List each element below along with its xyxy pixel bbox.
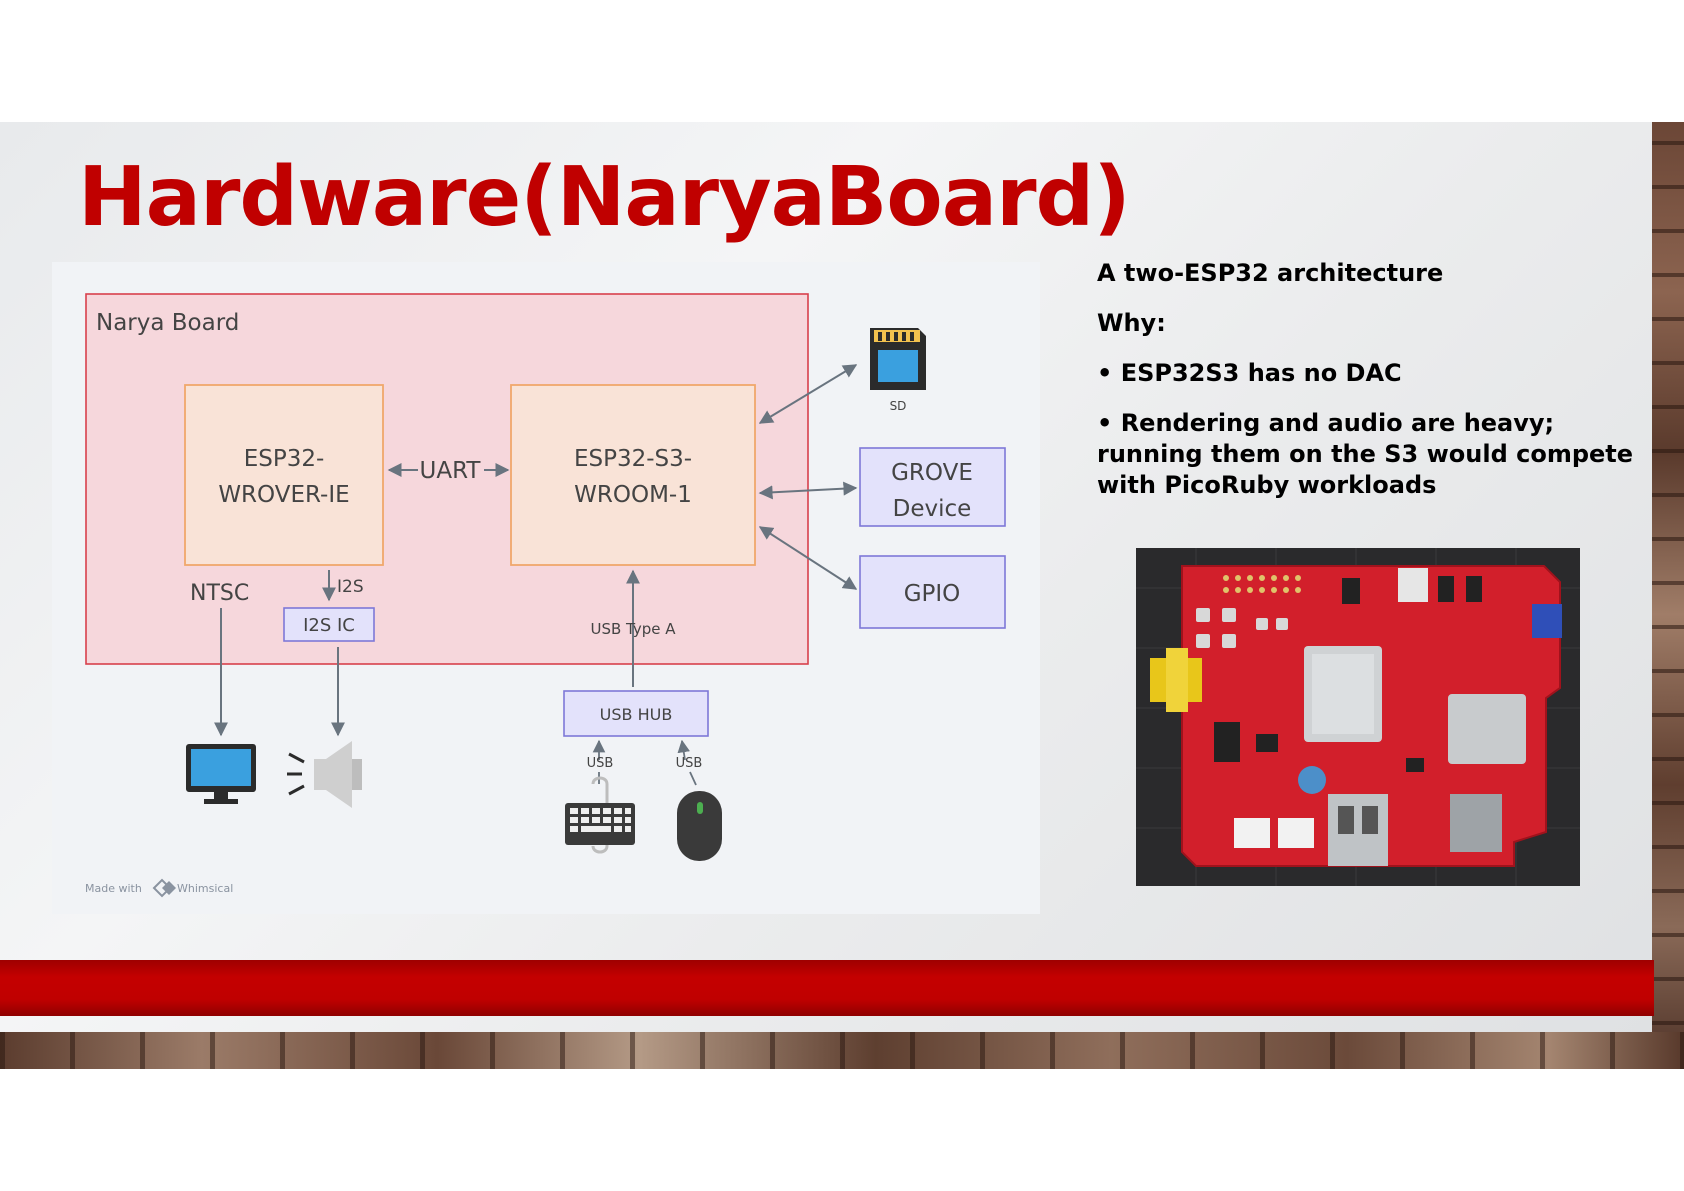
ntsc-label: NTSC <box>190 581 249 606</box>
esp32-wrover-box <box>184 384 384 566</box>
usb-keyboard-label: USB <box>587 756 614 771</box>
esp32-wrover-line2: WROVER-IE <box>218 482 349 508</box>
gpio-label: GPIO <box>904 581 961 607</box>
usb-hub-label: USB HUB <box>600 705 673 724</box>
bullet-rendering-audio: • Rendering and audio are heavy; running… <box>1097 409 1634 499</box>
monitor-icon <box>186 744 256 804</box>
keyboard-icon <box>565 776 635 854</box>
bullet-list: A two-ESP32 architecture Why: • ESP32S3 … <box>1097 258 1657 520</box>
usb-mouse-label: USB <box>676 756 703 771</box>
brick-wall-bottom <box>0 1032 1684 1069</box>
usb-mouse-cable <box>689 771 697 786</box>
architecture-diagram: Narya Board ESP32- WROVER-IE ESP32-S3- W… <box>52 262 1040 914</box>
i2s-label: I2S <box>337 577 364 597</box>
diagram-canvas: Narya Board ESP32- WROVER-IE ESP32-S3- W… <box>85 293 1006 898</box>
mouse-icon <box>677 791 722 861</box>
board-label: Narya Board <box>96 310 239 336</box>
watermark-brand: Whimsical <box>177 882 233 895</box>
speaker-icon <box>287 741 362 808</box>
uart-label: UART <box>420 458 482 484</box>
esp32-s3-line1: ESP32-S3- <box>574 446 692 472</box>
grove-line2: Device <box>893 496 972 522</box>
sd-label: SD <box>890 399 907 413</box>
esp32-s3-line2: WROOM-1 <box>574 482 692 508</box>
i2s-ic-label: I2S IC <box>303 615 355 636</box>
bullet-why: Why: <box>1097 309 1166 337</box>
narya-board-photo <box>1136 548 1580 886</box>
slide-title: Hardware(NaryaBoard) <box>78 150 1131 245</box>
whimsical-logo-icon <box>152 878 176 898</box>
board-photo-illustration <box>1136 548 1580 886</box>
red-footer-band <box>0 960 1654 1016</box>
sd-card-icon <box>870 328 926 390</box>
bullet-no-dac: • ESP32S3 has no DAC <box>1097 359 1402 387</box>
esp32-wrover-line1: ESP32- <box>244 446 325 472</box>
grove-line1: GROVE <box>891 460 973 486</box>
esp32-s3-box <box>510 384 756 566</box>
watermark-made-with: Made with <box>85 882 142 895</box>
usb-type-a-label: USB Type A <box>590 620 676 638</box>
bullet-architecture: A two-ESP32 architecture <box>1097 259 1444 287</box>
